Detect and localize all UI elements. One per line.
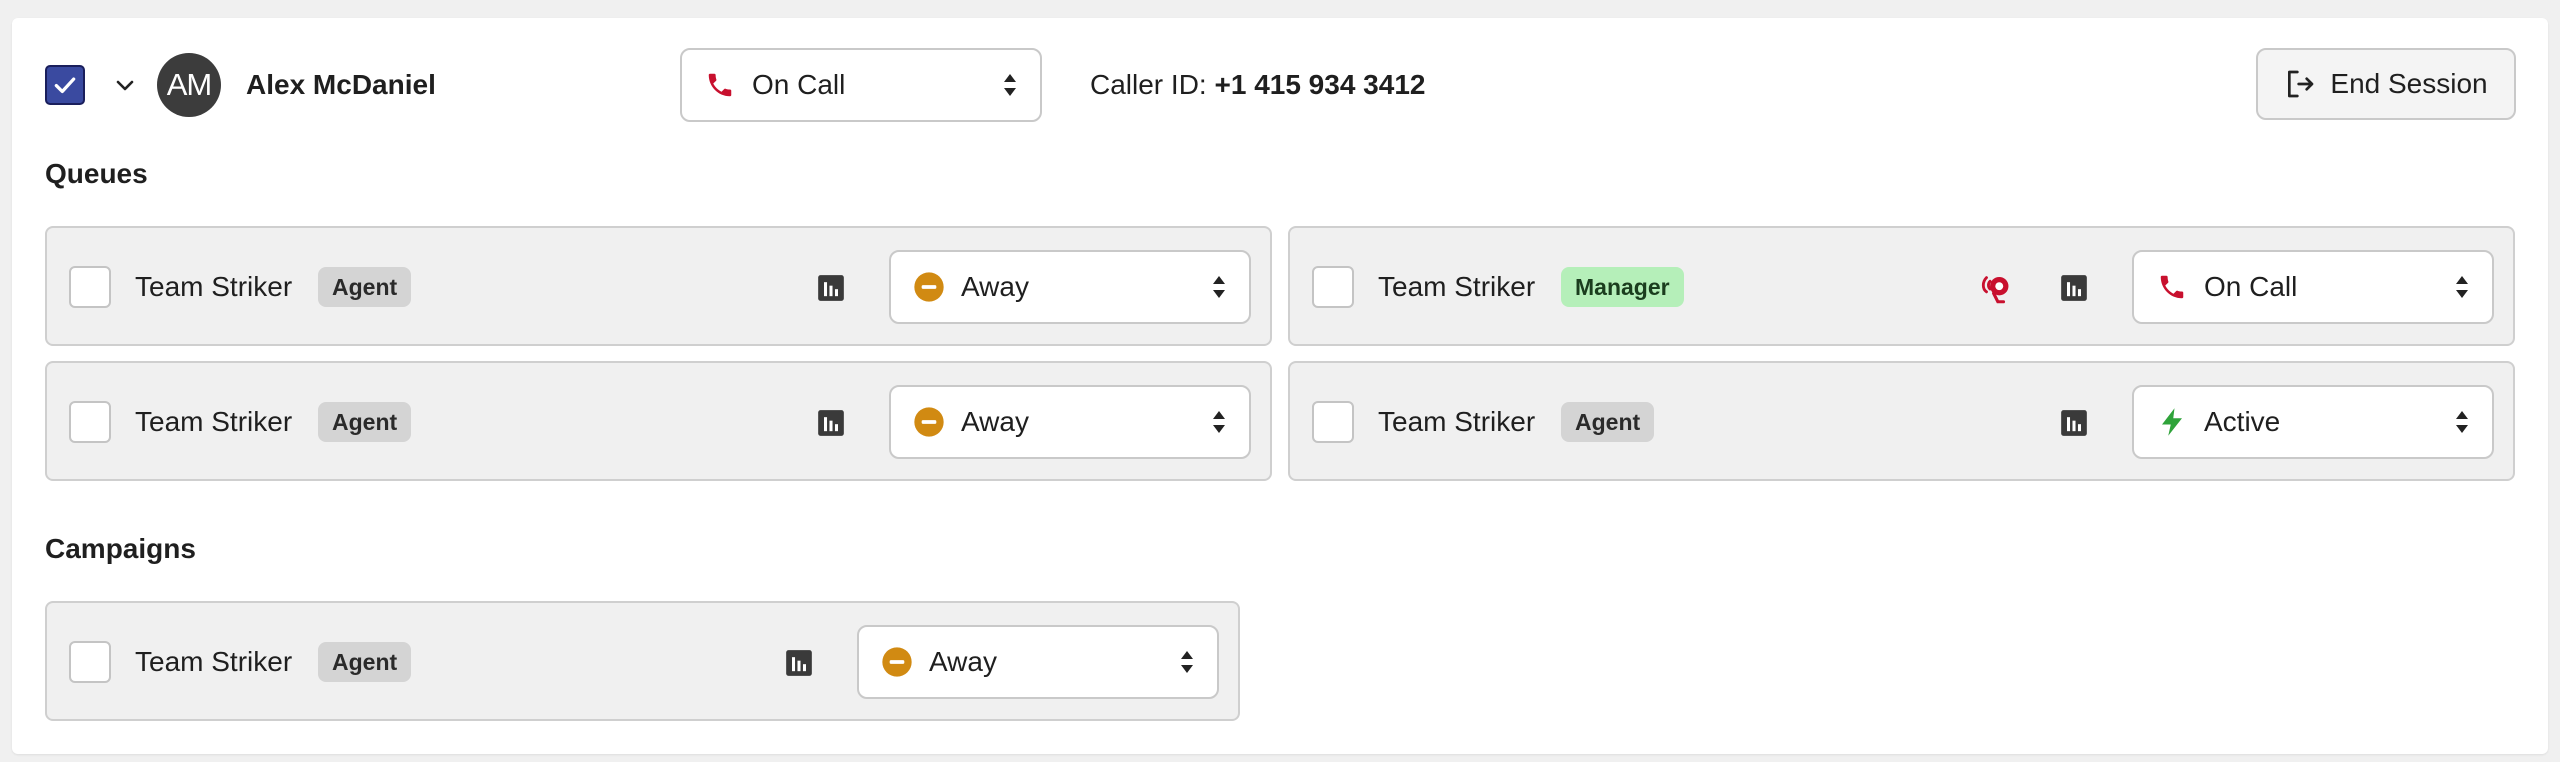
queue-checkbox[interactable] [69, 401, 111, 443]
caller-id: Caller ID: +1 415 934 3412 [1090, 68, 1425, 102]
campaign-status-select[interactable]: Away [857, 625, 1219, 699]
agent-status-label: On Call [752, 69, 846, 100]
select-agent-checkbox[interactable] [45, 65, 85, 105]
team-name: Team Striker [135, 406, 293, 437]
queue-checkbox[interactable] [1312, 266, 1354, 308]
queue-status-label: On Call [2204, 271, 2298, 302]
queue-status-label: Away [961, 406, 1029, 437]
stats-icon[interactable] [785, 649, 813, 677]
select-arrows-icon [1004, 74, 1016, 96]
stats-icon[interactable] [2060, 274, 2088, 302]
checkmark-icon [54, 77, 76, 94]
expand-chevron-icon[interactable] [110, 70, 140, 100]
queue-checkbox[interactable] [1312, 401, 1354, 443]
campaign-status-label: Away [929, 646, 997, 677]
queue-row: Team Striker Agent Away [45, 226, 1272, 346]
role-badge: Manager [1561, 267, 1684, 307]
select-arrows-icon [1213, 411, 1225, 433]
lightning-icon [2156, 406, 2188, 438]
select-arrows-icon [1181, 651, 1193, 673]
queue-status-label: Active [2204, 406, 2281, 437]
logout-icon [2288, 70, 2314, 98]
queue-status-select[interactable]: On Call [2132, 250, 2494, 324]
avatar: AM [157, 53, 221, 117]
queue-status-select[interactable]: Away [889, 385, 1251, 459]
queue-status-label: Away [961, 271, 1029, 302]
role-badge: Agent [318, 267, 412, 307]
role-badge: Agent [318, 642, 412, 682]
team-name: Team Striker [135, 271, 293, 302]
campaigns-heading: Campaigns [45, 533, 196, 564]
caller-id-value: +1 415 934 3412 [1214, 69, 1426, 100]
caller-id-label: Caller ID: [1090, 69, 1207, 100]
campaign-checkbox[interactable] [69, 641, 111, 683]
select-arrows-icon [2456, 411, 2468, 433]
queue-status-select[interactable]: Away [889, 250, 1251, 324]
agent-status-select[interactable]: On Call [680, 48, 1042, 122]
stats-icon[interactable] [817, 274, 845, 302]
agent-name: Alex McDaniel [246, 69, 436, 100]
queues-heading: Queues [45, 158, 148, 189]
headset-icon[interactable] [1978, 272, 2012, 306]
stats-icon[interactable] [2060, 409, 2088, 437]
end-session-button[interactable]: End Session [2256, 48, 2516, 120]
away-icon [913, 406, 945, 438]
away-icon [881, 646, 913, 678]
team-name: Team Striker [1378, 406, 1536, 437]
end-session-label: End Session [2330, 68, 2488, 99]
queue-checkbox[interactable] [69, 266, 111, 308]
away-icon [913, 271, 945, 303]
queue-row: Team Striker Agent Away [45, 361, 1272, 481]
select-arrows-icon [1213, 276, 1225, 298]
queue-row: Team Striker Agent Active [1288, 361, 2515, 481]
queue-status-select[interactable]: Active [2132, 385, 2494, 459]
role-badge: Agent [318, 402, 412, 442]
team-name: Team Striker [1378, 271, 1536, 302]
queue-row: Team Striker Manager On Call [1288, 226, 2515, 346]
phone-icon [704, 69, 736, 101]
team-name: Team Striker [135, 646, 293, 677]
stats-icon[interactable] [817, 409, 845, 437]
phone-icon [2156, 271, 2188, 303]
campaign-row: Team Striker Agent Away [45, 601, 1240, 721]
role-badge: Agent [1561, 402, 1655, 442]
select-arrows-icon [2456, 276, 2468, 298]
